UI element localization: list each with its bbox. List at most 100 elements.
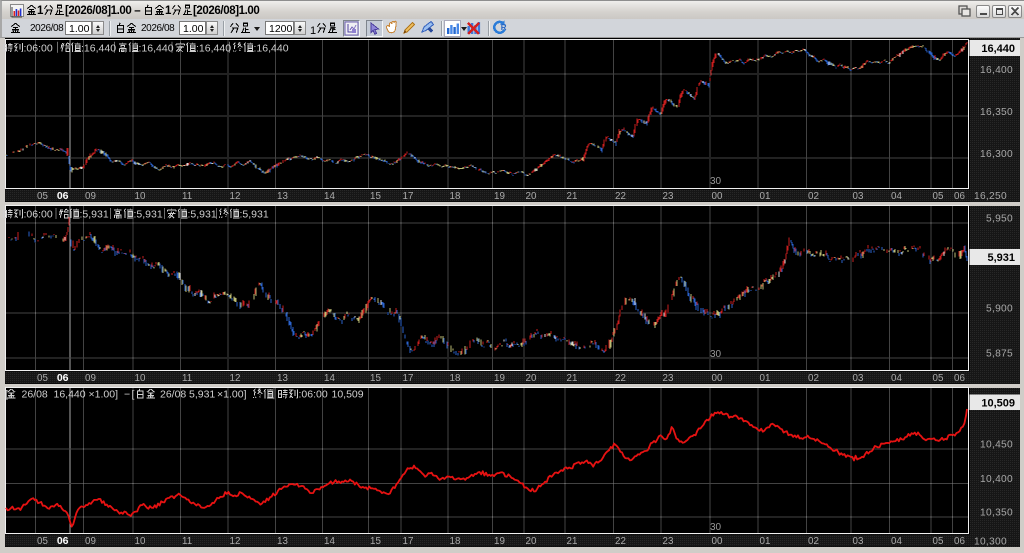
svg-text:03: 03 [853, 536, 864, 547]
svg-text:15: 15 [370, 191, 381, 202]
svg-text:12: 12 [230, 536, 241, 547]
svg-text:10,350: 10,350 [980, 508, 1013, 519]
svg-text:05: 05 [37, 536, 48, 547]
svg-text:06: 06 [954, 191, 965, 202]
svg-text:20: 20 [526, 191, 537, 202]
svg-text:15: 15 [370, 536, 381, 547]
svg-text:18: 18 [450, 191, 461, 202]
svg-text:05: 05 [37, 373, 48, 384]
svg-text::06:00: :06:00 [299, 389, 328, 401]
svg-text:13: 13 [277, 373, 288, 384]
svg-text:14: 14 [324, 191, 335, 202]
svg-text::5,931: :5,931 [240, 209, 269, 221]
svg-text:26/08: 26/08 [160, 389, 186, 401]
svg-text:23: 23 [663, 536, 674, 547]
svg-text:11: 11 [182, 373, 192, 384]
svg-text:10,509: 10,509 [981, 397, 1015, 409]
svg-text::16,440: :16,440 [254, 42, 289, 54]
svg-text:5,875: 5,875 [986, 349, 1013, 360]
svg-text:R: R [501, 23, 507, 32]
svg-text:05: 05 [933, 536, 944, 547]
svg-text::16,440: :16,440 [139, 42, 174, 54]
svg-text:21: 21 [567, 373, 578, 384]
svg-text:04: 04 [891, 373, 902, 384]
svg-text:09: 09 [85, 191, 96, 202]
svg-text:06: 06 [954, 373, 965, 384]
svg-text:5,950: 5,950 [986, 214, 1013, 225]
svg-text:13: 13 [277, 536, 288, 547]
svg-text:02: 02 [808, 373, 819, 384]
svg-text:16,440: 16,440 [981, 43, 1015, 55]
svg-text:10,509: 10,509 [332, 389, 364, 401]
svg-text:10,450: 10,450 [980, 440, 1013, 451]
svg-text:10: 10 [135, 373, 146, 384]
svg-text:30: 30 [710, 349, 722, 360]
svg-text:30: 30 [710, 176, 722, 187]
svg-text:01: 01 [760, 191, 771, 202]
svg-text:26/08: 26/08 [22, 389, 48, 401]
svg-text:06: 06 [954, 536, 965, 547]
svg-text:16,400: 16,400 [980, 65, 1013, 76]
svg-text:19: 19 [494, 373, 505, 384]
svg-text:01: 01 [760, 373, 771, 384]
svg-text:21: 21 [567, 536, 578, 547]
svg-text:01: 01 [760, 536, 771, 547]
svg-text:17: 17 [403, 191, 414, 202]
svg-text:16,440: 16,440 [54, 389, 86, 401]
svg-text:18: 18 [450, 536, 461, 547]
svg-text:−: − [124, 389, 130, 401]
svg-text:06: 06 [57, 535, 69, 547]
svg-text:11: 11 [182, 191, 192, 202]
svg-text:18: 18 [450, 373, 461, 384]
svg-text::06:00: :06:00 [24, 209, 53, 221]
svg-text:17: 17 [403, 373, 414, 384]
svg-text:00: 00 [712, 373, 723, 384]
svg-text:10,300: 10,300 [974, 537, 1007, 548]
svg-text:22: 22 [615, 373, 626, 384]
svg-text:04: 04 [891, 191, 902, 202]
svg-text:00: 00 [712, 191, 723, 202]
svg-text:23: 23 [663, 373, 674, 384]
svg-text:06: 06 [57, 372, 69, 384]
svg-text:16,350: 16,350 [980, 107, 1013, 118]
svg-text:16,300: 16,300 [980, 149, 1013, 160]
svg-text:5,931: 5,931 [189, 389, 215, 401]
svg-text:21: 21 [567, 191, 578, 202]
svg-text:×1.00]: ×1.00] [217, 389, 247, 401]
svg-text:×1.00]: ×1.00] [89, 389, 119, 401]
svg-text:[: [ [5, 389, 8, 401]
svg-text:12: 12 [230, 373, 241, 384]
svg-text:05: 05 [933, 191, 944, 202]
svg-text:06: 06 [57, 190, 69, 202]
svg-text::16,440: :16,440 [196, 42, 231, 54]
svg-text:[: [ [132, 389, 135, 401]
svg-text:14: 14 [324, 373, 335, 384]
svg-text:5,931: 5,931 [987, 252, 1015, 264]
svg-text:23: 23 [663, 191, 674, 202]
svg-text::5,931: :5,931 [134, 209, 163, 221]
svg-text:05: 05 [37, 191, 48, 202]
svg-text::16,440: :16,440 [81, 42, 116, 54]
svg-text:10: 10 [135, 536, 146, 547]
svg-text:09: 09 [85, 373, 96, 384]
svg-text:13: 13 [277, 191, 288, 202]
svg-text:20: 20 [526, 373, 537, 384]
svg-text:11: 11 [182, 536, 192, 547]
svg-text:09: 09 [85, 536, 96, 547]
svg-text::5,931: :5,931 [80, 209, 109, 221]
svg-text::5,931: :5,931 [188, 209, 217, 221]
svg-text:16,250: 16,250 [974, 191, 1007, 202]
svg-text:10: 10 [135, 191, 146, 202]
svg-text:15: 15 [370, 373, 381, 384]
svg-text:00: 00 [712, 536, 723, 547]
svg-text:03: 03 [853, 373, 864, 384]
svg-text::06:00: :06:00 [24, 42, 53, 54]
svg-text:04: 04 [891, 536, 902, 547]
svg-text:19: 19 [494, 536, 505, 547]
svg-text:10,400: 10,400 [980, 474, 1013, 485]
svg-text:19: 19 [494, 191, 505, 202]
svg-text:03: 03 [853, 191, 864, 202]
svg-text:5,900: 5,900 [986, 304, 1013, 315]
svg-text:14: 14 [324, 536, 335, 547]
svg-text:20: 20 [526, 536, 537, 547]
